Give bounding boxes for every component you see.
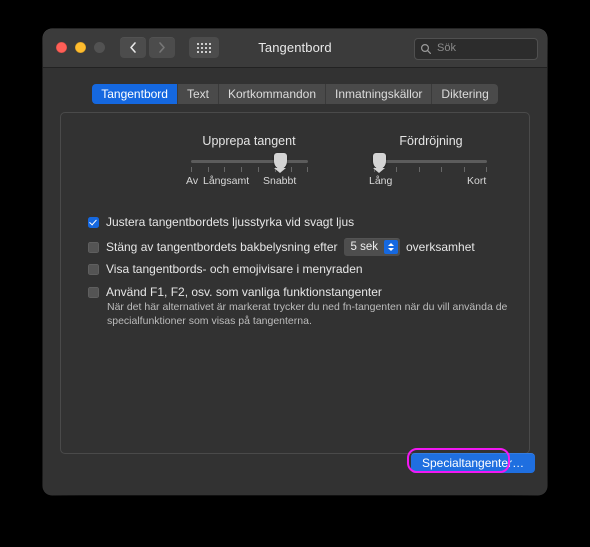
key-repeat-slider-group: Upprepa tangent Av Långsamt Snabbt [148,134,350,187]
tab-text[interactable]: Text [177,84,219,104]
system-preferences-window: Tangentbord Sök Tangentbord Text Kortkom… [43,29,547,495]
checkbox-label-adjust-brightness: Justera tangentbordets ljusstyrka vid sv… [106,215,355,229]
delay-slider-track[interactable] [374,160,487,163]
checkbox-row-show-viewers[interactable]: Visa tangentbords- och emojivisare i men… [88,262,363,276]
window-body: Tangentbord Text Kortkommandon Inmatning… [43,68,547,495]
checkbox-adjust-brightness[interactable] [88,216,99,228]
key-repeat-label-fast: Snabbt [263,175,297,187]
tab-diktering[interactable]: Diktering [432,84,498,104]
tab-inmatningskallor[interactable]: Inmatningskällor [326,84,433,104]
search-field[interactable]: Sök [414,38,538,60]
search-icon [420,43,431,54]
backlight-timeout-popup[interactable]: 5 sek [343,238,400,256]
delay-label-short: Kort [467,175,487,187]
key-repeat-slider-track[interactable] [191,160,308,163]
tab-kortkommandon[interactable]: Kortkommandon [218,84,327,104]
key-repeat-title: Upprepa tangent [202,134,296,148]
key-repeat-label-off: Av [186,175,199,187]
checkbox-label-function-keys: Använd F1, F2, osv. som vanliga funktion… [106,285,382,299]
backlight-timeout-suffix: overksamhet [406,240,475,254]
delay-until-repeat-slider-group: Fördröjning Lång Kort [331,134,531,187]
checkbox-row-adjust-brightness[interactable]: Justera tangentbordets ljusstyrka vid sv… [88,215,354,229]
delay-label-long: Lång [369,175,393,187]
checkbox-label-show-viewers: Visa tangentbords- och emojivisare i men… [106,262,363,276]
delay-title: Fördröjning [399,134,463,148]
key-repeat-slider-ticks [191,167,308,172]
key-repeat-label-slow: Långsamt [203,175,250,187]
tab-bar: Tangentbord Text Kortkommandon Inmatning… [43,84,547,104]
tab-tangentbord[interactable]: Tangentbord [92,84,178,104]
highlight-annotation-ring [407,448,510,473]
checkbox-function-keys[interactable] [88,286,99,298]
checkbox-show-viewers[interactable] [88,263,99,275]
checkbox-row-function-keys[interactable]: Använd F1, F2, osv. som vanliga funktion… [88,285,382,299]
desktop-backdrop: Tangentbord Sök Tangentbord Text Kortkom… [0,0,590,547]
checkbox-turn-off-backlight[interactable] [88,241,99,253]
key-repeat-slider-knob[interactable] [274,153,287,173]
delay-slider-ticks [374,167,487,172]
delay-slider-knob[interactable] [373,153,386,173]
stepper-chevrons-icon[interactable] [384,240,398,254]
backlight-timeout-value: 5 sek [350,241,379,253]
function-keys-help-text: När det här alternativet är markerat try… [107,301,508,328]
checkbox-row-turn-off-backlight[interactable]: Stäng av tangentbordets bakbelysning eft… [88,238,475,256]
checkbox-label-turn-off-backlight: Stäng av tangentbordets bakbelysning eft… [106,240,338,254]
search-placeholder: Sök [437,42,456,54]
window-titlebar: Tangentbord Sök [43,29,547,68]
